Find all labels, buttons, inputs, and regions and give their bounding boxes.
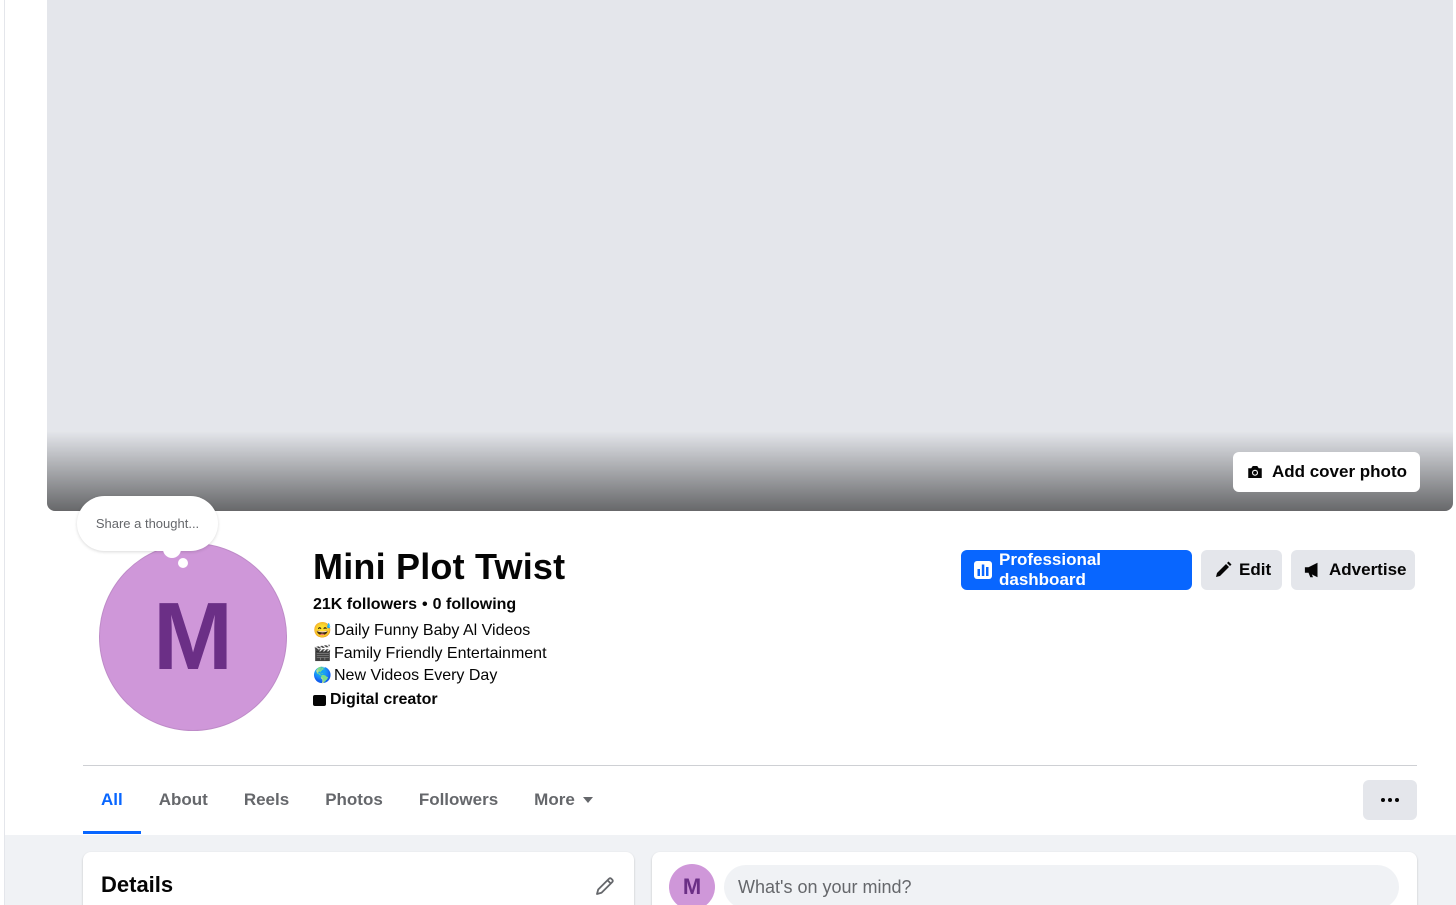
sweat-smile-emoji-icon: 😅: [313, 622, 332, 639]
whats-on-your-mind-input[interactable]: What's on your mind?: [724, 865, 1399, 905]
profile-tabs: All About Reels Photos Followers More: [83, 766, 611, 834]
composer-avatar[interactable]: M: [669, 864, 715, 905]
ellipsis-dot: [1388, 798, 1392, 802]
advertise-label: Advertise: [1329, 560, 1407, 579]
follow-counts: 21K followers • 0 following: [313, 596, 516, 614]
profile-name: Mini Plot Twist: [313, 546, 566, 587]
profile-avatar[interactable]: M: [99, 543, 287, 731]
dashboard-icon: [974, 561, 992, 579]
briefcase-icon: [313, 695, 326, 706]
professional-dashboard-label: Professional dashboard: [999, 550, 1102, 589]
left-edge: [0, 0, 5, 905]
globe-emoji-icon: 🌎: [313, 667, 332, 684]
edit-details-pencil-icon[interactable]: [593, 874, 617, 898]
thought-bubble-tail: [163, 540, 181, 558]
details-card: Details: [83, 852, 634, 905]
profile-page: Add cover photo M Share a thought... Min…: [0, 0, 1456, 905]
add-cover-photo-label: Add cover photo: [1271, 462, 1407, 481]
professional-dashboard-button[interactable]: Professional dashboard: [961, 550, 1192, 590]
tab-all[interactable]: All: [83, 766, 141, 834]
tab-photos[interactable]: Photos: [307, 766, 401, 834]
ellipsis-dot: [1381, 798, 1385, 802]
more-options-button[interactable]: [1363, 780, 1417, 820]
add-cover-photo-button[interactable]: Add cover photo: [1232, 452, 1420, 492]
bio-text: Daily Funny Baby Al Videos: [334, 622, 531, 639]
camera-icon: [1248, 466, 1262, 478]
bio-text: Family Friendly Entertainment: [334, 644, 547, 662]
thought-bubble-tail-small: [178, 558, 188, 568]
tab-about[interactable]: About: [141, 766, 226, 834]
share-thought-bubble[interactable]: Share a thought...: [77, 496, 218, 551]
followers-link[interactable]: 21K followers: [313, 596, 417, 614]
edit-label: Edit: [1239, 560, 1272, 579]
advertise-button[interactable]: Advertise: [1291, 550, 1415, 590]
count-separator: •: [422, 596, 428, 613]
bio-line: 😅 Daily Funny Baby Al Videos: [313, 620, 547, 643]
tab-more-label: More: [534, 790, 575, 809]
following-link[interactable]: 0 following: [433, 596, 517, 614]
caret-down-icon: [582, 797, 593, 803]
details-title: Details: [101, 872, 174, 897]
tab-reels[interactable]: Reels: [226, 766, 307, 834]
bio-line: 🌎 New Videos Every Day: [313, 665, 547, 688]
bio-text: New Videos Every Day: [334, 667, 498, 684]
tab-followers[interactable]: Followers: [401, 766, 516, 834]
profile-bio: 😅 Daily Funny Baby Al Videos 🎬 Family Fr…: [313, 620, 547, 688]
megaphone-icon: [1304, 562, 1318, 578]
edit-profile-button[interactable]: Edit: [1201, 550, 1282, 590]
profile-category: Digital creator: [313, 691, 438, 709]
cover-photo-area[interactable]: [47, 0, 1453, 511]
post-composer-card: M What's on your mind?: [652, 852, 1417, 905]
ellipsis-dot: [1395, 798, 1399, 802]
tab-more[interactable]: More: [516, 766, 611, 834]
category-label: Digital creator: [330, 691, 438, 708]
pencil-icon: [1216, 561, 1232, 577]
clapper-board-emoji-icon: 🎬: [313, 644, 332, 662]
bio-line: 🎬 Family Friendly Entertainment: [313, 643, 547, 666]
